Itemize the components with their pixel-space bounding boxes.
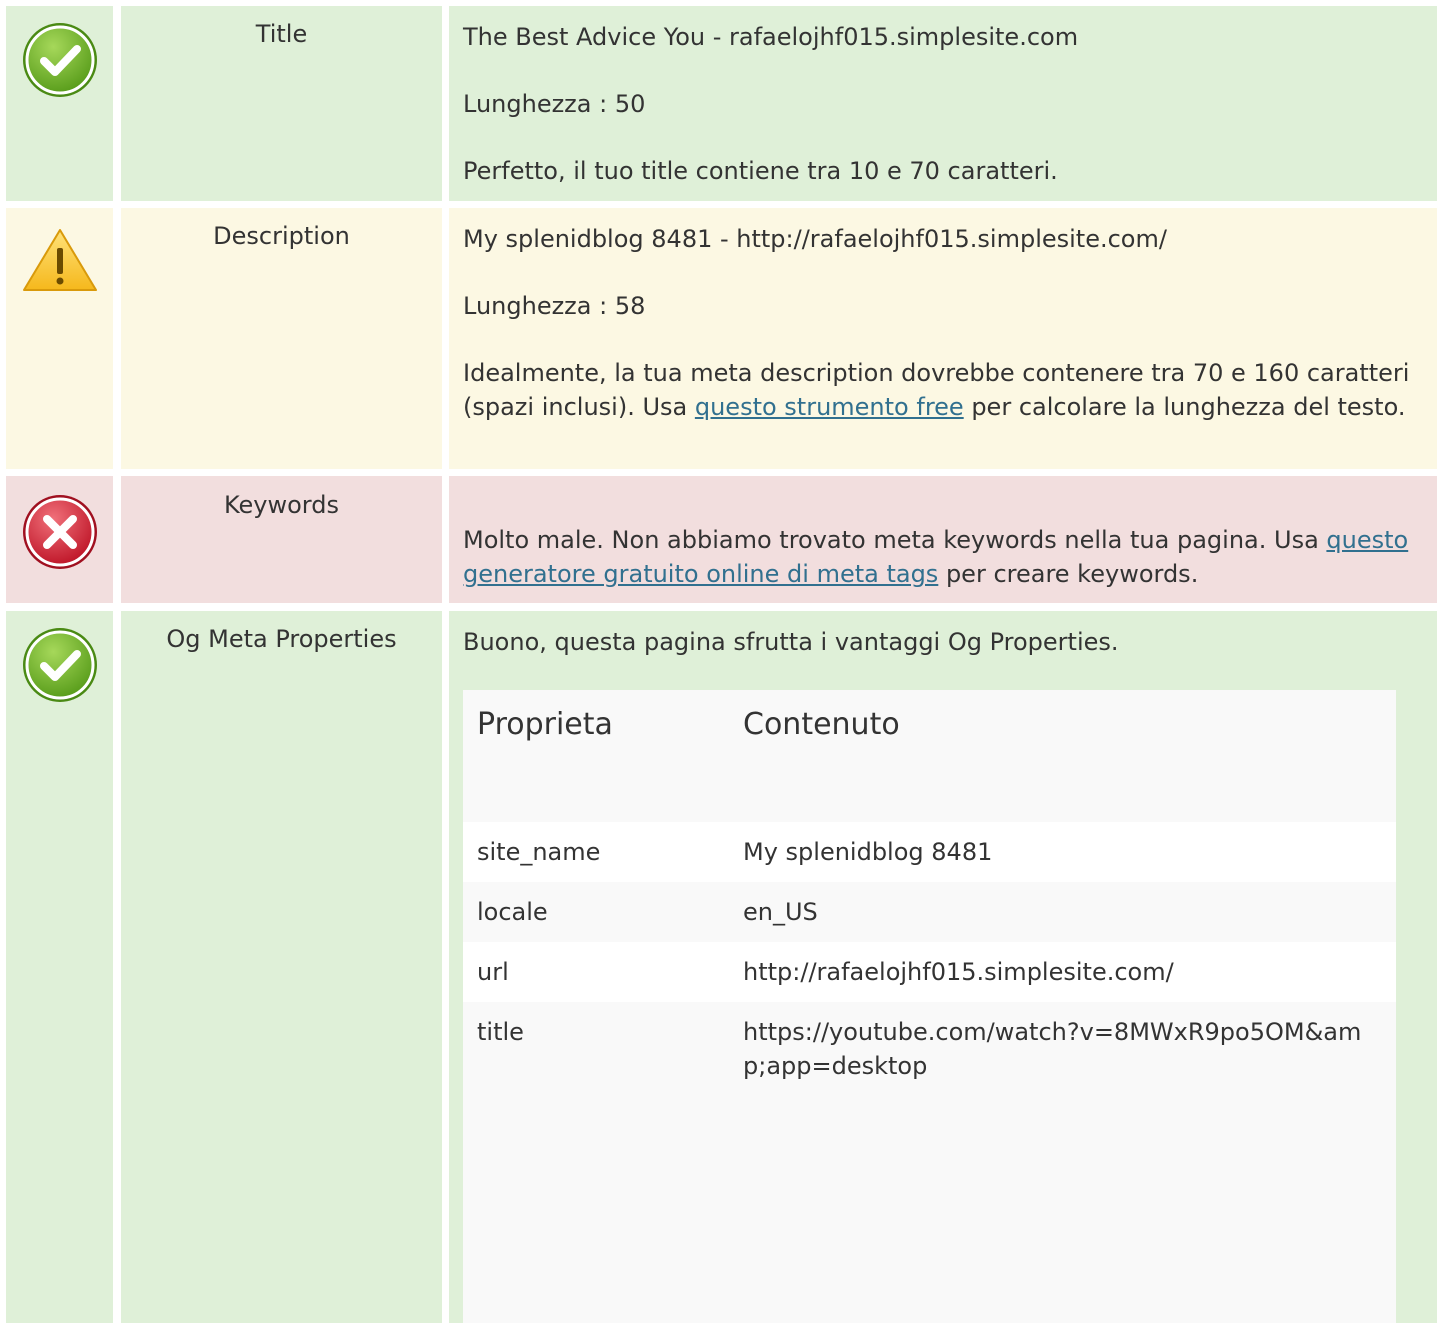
title-length: Lunghezza : 50	[463, 90, 646, 118]
row-content: Molto male. Non abbiamo trovato meta key…	[449, 476, 1437, 603]
og-row: Og Meta Properties Buono, questa pagina …	[0, 611, 1443, 1323]
message-text: Molto male. Non abbiamo trovato meta key…	[463, 526, 1327, 554]
error-circle-icon	[20, 492, 100, 572]
keywords-row: Keywords Molto male. Non abbiamo trovato…	[0, 476, 1443, 603]
status-cell	[6, 476, 113, 603]
table-row: site_name My splenidblog 8481	[463, 822, 1396, 882]
title-row: Title The Best Advice You - rafaelojhf01…	[0, 6, 1443, 201]
seo-report: Title The Best Advice You - rafaelojhf01…	[0, 0, 1443, 1323]
column-header-property: Proprieta	[477, 707, 613, 742]
property-cell: locale	[477, 898, 548, 926]
check-circle-icon	[20, 625, 100, 705]
table-row: title https://youtube.com/watch?v=8MWxR9…	[463, 1002, 1396, 1323]
description-value: My splenidblog 8481 - http://rafaelojhf0…	[463, 225, 1167, 253]
table-row: locale en_US	[463, 882, 1396, 942]
property-cell: url	[477, 958, 509, 986]
row-label: Title	[121, 6, 442, 201]
property-cell: title	[477, 1018, 524, 1046]
row-content: Buono, questa pagina sfrutta i vantaggi …	[449, 611, 1437, 1323]
row-label: Keywords	[121, 476, 442, 603]
description-row: Description My splenidblog 8481 - http:/…	[0, 208, 1443, 469]
description-length: Lunghezza : 58	[463, 292, 646, 320]
column-header-content: Contenuto	[743, 707, 900, 742]
message-text: per creare keywords.	[938, 560, 1199, 588]
status-cell	[6, 208, 113, 469]
warning-triangle-icon	[20, 226, 100, 306]
table-header: Proprieta Contenuto	[463, 690, 1396, 822]
og-message: Buono, questa pagina sfrutta i vantaggi …	[463, 628, 1119, 656]
content-cell: My splenidblog 8481	[743, 838, 993, 866]
content-cell: https://youtube.com/watch?v=8MWxR9po5OM&…	[743, 1018, 1362, 1080]
status-cell	[6, 6, 113, 201]
content-cell: http://rafaelojhf015.simplesite.com/	[743, 958, 1174, 986]
title-value: The Best Advice You - rafaelojhf015.simp…	[463, 23, 1079, 51]
status-cell	[6, 611, 113, 1323]
check-circle-icon	[20, 20, 100, 100]
table-row: url http://rafaelojhf015.simplesite.com/	[463, 942, 1396, 1002]
row-label: Og Meta Properties	[121, 611, 442, 1323]
keywords-message: Molto male. Non abbiamo trovato meta key…	[463, 523, 1423, 591]
property-cell: site_name	[477, 838, 601, 866]
content-cell: en_US	[743, 898, 818, 926]
title-message: Perfetto, il tuo title contiene tra 10 e…	[463, 157, 1058, 185]
row-content: My splenidblog 8481 - http://rafaelojhf0…	[449, 208, 1437, 469]
description-message: Idealmente, la tua meta description dovr…	[463, 356, 1423, 424]
row-content: The Best Advice You - rafaelojhf015.simp…	[449, 6, 1437, 201]
free-tool-link[interactable]: questo strumento free	[695, 393, 964, 421]
message-text: per calcolare la lunghezza del testo.	[963, 393, 1406, 421]
row-label: Description	[121, 208, 442, 469]
og-properties-table: Proprieta Contenuto site_name My splenid…	[463, 690, 1396, 1323]
